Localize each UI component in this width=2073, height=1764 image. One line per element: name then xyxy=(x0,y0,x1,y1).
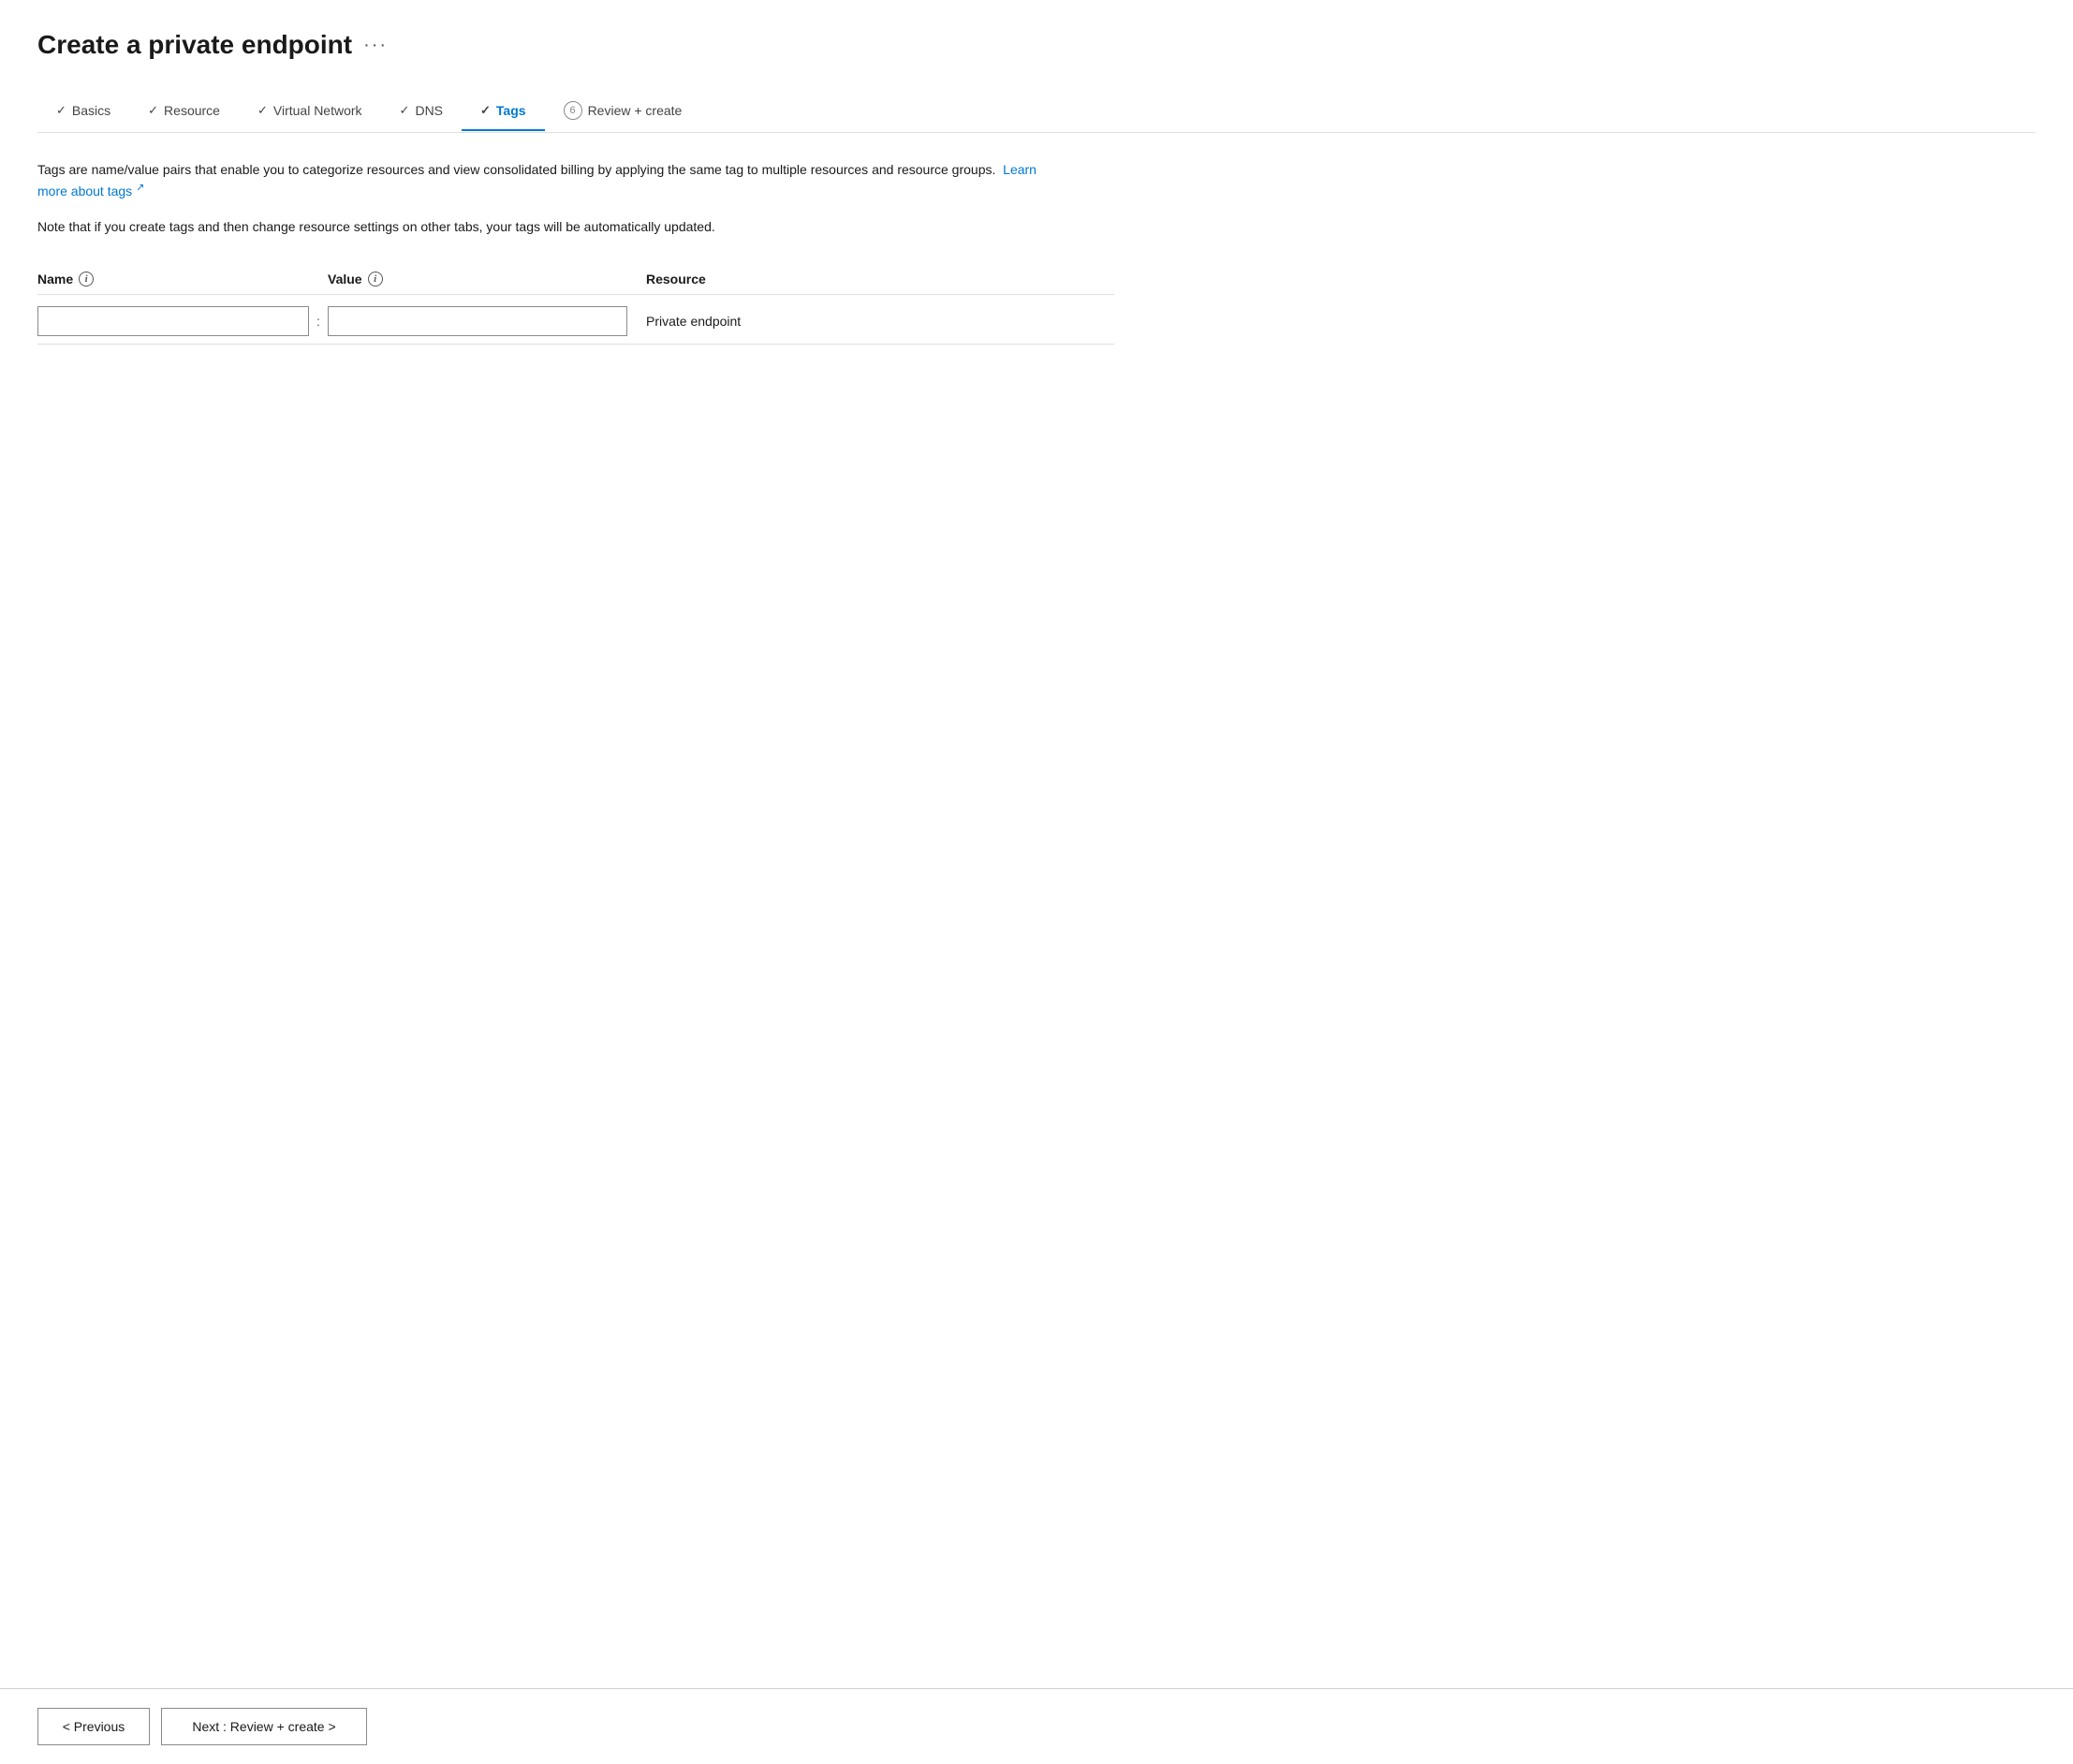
col-value-header: Value i xyxy=(328,272,646,287)
name-input-wrapper xyxy=(37,306,309,336)
tab-basics[interactable]: ✓ Basics xyxy=(37,92,129,131)
page-title: Create a private endpoint xyxy=(37,30,352,60)
tab-basics-label: Basics xyxy=(72,103,110,118)
more-options-icon[interactable]: ··· xyxy=(363,35,388,56)
tab-tags-label: Tags xyxy=(496,103,526,118)
tab-virtual-network-label: Virtual Network xyxy=(273,103,362,118)
col-name-header: Name i xyxy=(37,272,328,287)
tabs-bar: ✓ Basics ✓ Resource ✓ Virtual Network ✓ … xyxy=(37,90,2036,133)
tab-review-create-label: Review + create xyxy=(588,103,683,118)
tag-value-input[interactable] xyxy=(328,306,627,336)
footer: < Previous Next : Review + create > xyxy=(0,1688,2073,1764)
tab-resource[interactable]: ✓ Resource xyxy=(129,92,239,131)
description-main: Tags are name/value pairs that enable yo… xyxy=(37,159,1067,201)
value-input-wrapper xyxy=(328,306,627,336)
value-info-icon[interactable]: i xyxy=(368,272,383,287)
tab-resource-label: Resource xyxy=(164,103,220,118)
previous-button[interactable]: < Previous xyxy=(37,1708,150,1745)
tag-name-input[interactable] xyxy=(37,306,309,336)
tab-tags[interactable]: ✓ Tags xyxy=(462,92,545,131)
next-button[interactable]: Next : Review + create > xyxy=(161,1708,367,1745)
check-icon-resource: ✓ xyxy=(148,103,158,118)
tab-dns[interactable]: ✓ DNS xyxy=(381,92,462,131)
external-link-icon: ↗ xyxy=(136,182,144,193)
check-icon-virtual-network: ✓ xyxy=(257,103,268,118)
check-icon-basics: ✓ xyxy=(56,103,66,118)
tag-resource-text: Private endpoint xyxy=(646,314,1114,329)
name-info-icon[interactable]: i xyxy=(79,272,94,287)
tags-table: Name i Value i Resource : Private endpoi… xyxy=(37,264,1114,345)
tab-virtual-network[interactable]: ✓ Virtual Network xyxy=(239,92,381,131)
tags-header-row: Name i Value i Resource xyxy=(37,264,1114,295)
col-resource-header: Resource xyxy=(646,272,1114,287)
check-icon-tags: ✓ xyxy=(480,103,491,118)
page-title-row: Create a private endpoint ··· xyxy=(37,30,2036,60)
tags-data-row: : Private endpoint xyxy=(37,299,1114,345)
tab-dns-label: DNS xyxy=(415,103,443,118)
check-icon-dns: ✓ xyxy=(400,103,410,118)
step-circle-review: 6 xyxy=(564,101,582,120)
colon-separator: : xyxy=(309,314,328,329)
note-text: Note that if you create tags and then ch… xyxy=(37,216,1067,237)
tab-review-create[interactable]: 6 Review + create xyxy=(545,90,701,133)
